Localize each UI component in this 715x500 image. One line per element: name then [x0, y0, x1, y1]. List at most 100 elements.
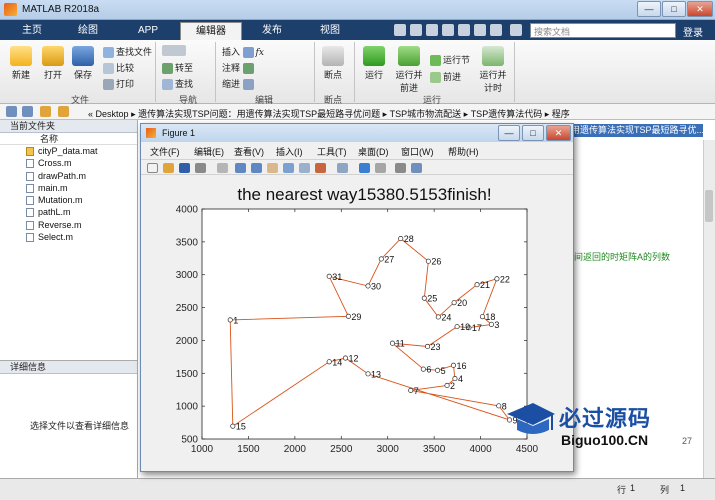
menu-help[interactable]: 帮助(H) — [448, 145, 479, 158]
breakpoints-button[interactable]: 断点 — [318, 46, 348, 81]
list-item[interactable]: Mutation.m — [0, 194, 137, 206]
print-button[interactable]: 打印 — [103, 77, 134, 91]
close-button[interactable]: ✕ — [687, 1, 713, 17]
figure-minimize-button[interactable]: — — [498, 125, 520, 141]
data-cursor-icon[interactable] — [299, 163, 310, 173]
city-marker — [420, 366, 426, 372]
tab-view[interactable]: 视图 — [304, 22, 356, 40]
figure-menubar: 文件(F) 编辑(E) 查看(V) 插入(I) 工具(T) 桌面(D) 窗口(W… — [141, 143, 573, 158]
rotate-icon[interactable] — [283, 163, 294, 173]
run-time-button[interactable]: 运行并计时 — [478, 46, 508, 94]
run-advance-button[interactable]: 运行并前进 — [394, 46, 424, 94]
save-icon[interactable] — [179, 163, 190, 173]
save-icon[interactable] — [394, 24, 406, 36]
tab-publish[interactable]: 发布 — [246, 22, 298, 40]
up-folder-icon[interactable] — [40, 106, 51, 117]
breadcrumb-item[interactable]: Desktop — [96, 109, 129, 119]
colorbar-icon[interactable] — [359, 163, 370, 173]
scroll-thumb[interactable] — [705, 190, 713, 222]
open-button[interactable]: 打开 — [38, 46, 68, 81]
cut-icon[interactable] — [410, 24, 422, 36]
comment-label: 注释 — [222, 63, 241, 73]
hide-tools-icon[interactable] — [395, 163, 406, 173]
editor-file-tab[interactable]: 用遗传算法实现TSP最短路寻优... — [568, 124, 703, 137]
list-item[interactable]: Select.m — [0, 231, 137, 243]
watermark-url: Biguo100.CN — [561, 432, 649, 448]
run-button[interactable]: 运行 — [360, 46, 388, 81]
nav-back-button[interactable] — [162, 45, 188, 57]
find-files-button[interactable]: 查找文件 — [103, 45, 152, 59]
m-file-icon — [26, 171, 34, 181]
list-item[interactable]: drawPath.m — [0, 170, 137, 182]
city-marker — [342, 355, 349, 361]
new-button[interactable]: 新建 — [6, 46, 36, 81]
city-label: 16 — [456, 361, 466, 371]
zoom-out-icon[interactable] — [251, 163, 262, 173]
login-link[interactable]: 登录 — [683, 24, 703, 39]
name-column-header[interactable]: 名称 — [0, 133, 137, 145]
zoom-in-icon[interactable] — [235, 163, 246, 173]
menu-tools[interactable]: 工具(T) — [317, 145, 347, 158]
breadcrumb-item[interactable]: 遗传算法实现TSP问题：用遗传算法实现TSP最短路寻优问题 — [138, 109, 380, 119]
pointer-icon[interactable] — [217, 163, 228, 173]
link-plot-icon[interactable] — [337, 163, 348, 173]
tab-plots[interactable]: 绘图 — [62, 22, 114, 40]
city-marker — [424, 343, 431, 350]
goto-button[interactable]: 转至 — [162, 61, 193, 75]
list-item[interactable]: pathL.m — [0, 206, 137, 218]
layout-icon[interactable] — [490, 24, 502, 36]
browse-folder-icon[interactable] — [58, 106, 69, 117]
copy-icon[interactable] — [426, 24, 438, 36]
y-tick-label: 2500 — [176, 303, 199, 314]
breadcrumb-overflow[interactable]: « — [88, 109, 93, 119]
pan-hand-icon[interactable] — [267, 163, 278, 173]
x-tick-label: 4000 — [469, 444, 492, 455]
figure-titlebar: Figure 1 — □ ✕ — [141, 124, 573, 142]
search-input[interactable]: 搜索文档 — [530, 23, 676, 38]
menu-file[interactable]: 文件(F) — [150, 145, 180, 158]
indent-button[interactable]: 缩进 — [222, 77, 256, 91]
help-icon[interactable] — [510, 24, 522, 36]
current-folder-panel: 当前文件夹 名称 cityP_data.mat Cross.m drawPath… — [0, 120, 138, 360]
tab-apps[interactable]: APP — [120, 22, 176, 40]
menu-window[interactable]: 窗口(W) — [401, 145, 434, 158]
indent-icon — [242, 79, 254, 91]
list-item[interactable]: Cross.m — [0, 157, 137, 169]
compare-button[interactable]: 比较 — [103, 61, 134, 75]
breadcrumb-item[interactable]: TSP遗传算法代码 — [471, 109, 543, 119]
breadcrumb-item[interactable]: TSP城市物流配送 — [390, 109, 462, 119]
redo-icon[interactable] — [474, 24, 486, 36]
undo-icon[interactable] — [458, 24, 470, 36]
menu-view[interactable]: 查看(V) — [234, 145, 264, 158]
legend-icon[interactable] — [375, 163, 386, 173]
print-icon[interactable] — [195, 163, 206, 173]
run-section-button[interactable]: 运行节 — [430, 53, 470, 67]
city-marker — [365, 371, 371, 377]
city-marker — [398, 236, 404, 242]
comment-button[interactable]: 注释 — [222, 61, 256, 75]
insert-button[interactable]: 插入 fx — [222, 45, 264, 59]
list-item[interactable]: Reverse.m — [0, 219, 137, 231]
menu-edit[interactable]: 编辑(E) — [194, 145, 224, 158]
forward-arrow-icon[interactable] — [22, 106, 33, 117]
paste-icon[interactable] — [442, 24, 454, 36]
minimize-button[interactable]: — — [637, 1, 661, 17]
maximize-button[interactable]: □ — [662, 1, 686, 17]
tab-editor[interactable]: 编辑器 — [180, 22, 242, 40]
new-figure-icon[interactable] — [147, 163, 158, 173]
advance-button[interactable]: 前进 — [430, 70, 461, 84]
menu-desktop[interactable]: 桌面(D) — [358, 145, 389, 158]
breadcrumb-item[interactable]: 程序 — [552, 109, 570, 119]
brush-icon[interactable] — [315, 163, 326, 173]
find-button[interactable]: 查找 — [162, 77, 193, 91]
save-button[interactable]: 保存 — [68, 46, 98, 81]
list-item[interactable]: main.m — [0, 182, 137, 194]
menu-insert[interactable]: 插入(I) — [276, 145, 303, 158]
figure-close-button[interactable]: ✕ — [546, 125, 571, 141]
list-item[interactable]: cityP_data.mat — [0, 145, 137, 157]
tab-home[interactable]: 主页 — [8, 22, 56, 40]
back-arrow-icon[interactable] — [6, 106, 17, 117]
dock-icon[interactable] — [411, 163, 422, 173]
open-icon[interactable] — [163, 163, 174, 173]
figure-maximize-button[interactable]: □ — [522, 125, 544, 141]
